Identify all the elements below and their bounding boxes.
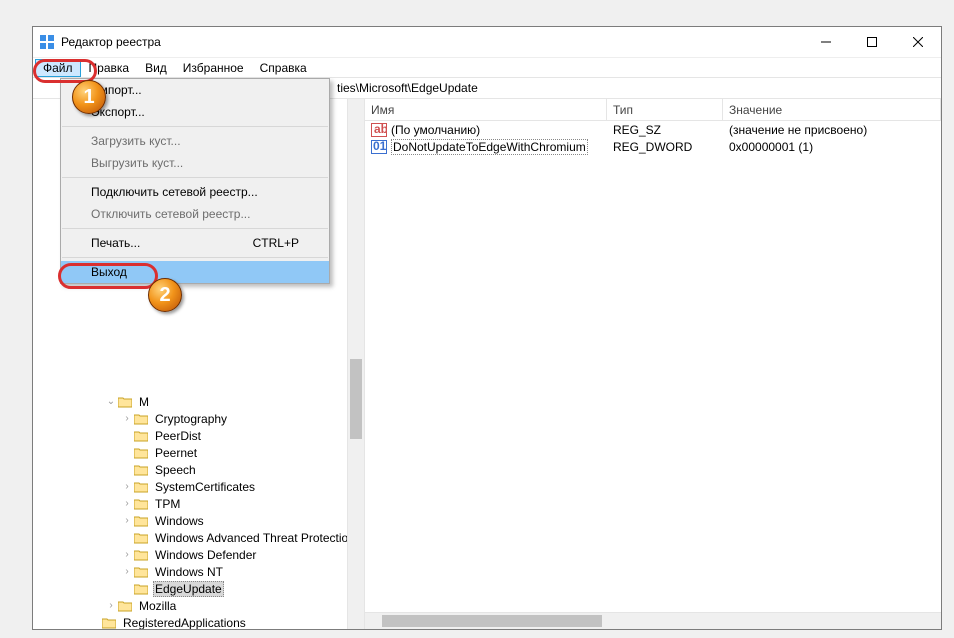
tree-node[interactable]: Speech — [153, 463, 198, 477]
menu-file[interactable]: Файл — [35, 59, 81, 77]
menu-shortcut: CTRL+P — [253, 236, 299, 250]
col-data[interactable]: Значение — [723, 99, 941, 120]
values-pane: Имя Тип Значение ab (По умолчанию) REG_S… — [365, 99, 941, 629]
svg-text:ab: ab — [374, 123, 387, 136]
menu-separator — [62, 126, 328, 127]
minimize-button[interactable] — [803, 27, 849, 57]
column-headers: Имя Тип Значение — [365, 99, 941, 121]
string-value-icon: ab — [371, 123, 387, 137]
expand-icon[interactable]: › — [121, 566, 133, 577]
folder-icon — [133, 446, 149, 460]
address-text: ties\Microsoft\EdgeUpdate — [337, 81, 478, 95]
values-list: ab (По умолчанию) REG_SZ (значение не пр… — [365, 121, 941, 612]
titlebar: Редактор реестра — [33, 27, 941, 57]
tree-node[interactable]: Cryptography — [153, 412, 229, 426]
menu-edit[interactable]: Правка — [81, 59, 138, 77]
menu-separator — [62, 177, 328, 178]
maximize-button[interactable] — [849, 27, 895, 57]
col-type[interactable]: Тип — [607, 99, 723, 120]
menu-help[interactable]: Справка — [252, 59, 315, 77]
tree: ⌄ M › Cryptography PeerDist Peernet Speech… — [33, 393, 364, 629]
value-type: REG_SZ — [607, 123, 723, 137]
value-type: REG_DWORD — [607, 140, 723, 154]
expand-icon[interactable]: › — [121, 481, 133, 492]
value-data: 0x00000001 (1) — [723, 140, 941, 154]
tree-scrollbar[interactable] — [347, 99, 364, 629]
tree-node[interactable]: TPM — [153, 497, 182, 511]
expand-icon[interactable]: › — [121, 413, 133, 424]
menu-separator — [62, 228, 328, 229]
folder-icon — [133, 412, 149, 426]
menu-view[interactable]: Вид — [137, 59, 175, 77]
folder-icon — [133, 514, 149, 528]
expand-icon[interactable]: › — [121, 498, 133, 509]
expand-icon[interactable]: ⌄ — [105, 396, 117, 407]
folder-icon — [101, 616, 117, 630]
menu-connect-network[interactable]: Подключить сетевой реестр... — [61, 181, 329, 203]
tree-node[interactable]: Mozilla — [137, 599, 178, 613]
scrollbar-thumb[interactable] — [382, 615, 602, 627]
folder-icon — [117, 599, 133, 613]
menu-unload-hive: Выгрузить куст... — [61, 152, 329, 174]
folder-icon — [133, 582, 149, 596]
menu-disconnect-network: Отключить сетевой реестр... — [61, 203, 329, 225]
menu-print[interactable]: Печать...CTRL+P — [61, 232, 329, 254]
value-row[interactable]: 011 DoNotUpdateToEdgeWithChromium REG_DW… — [365, 138, 941, 155]
menu-separator — [62, 257, 328, 258]
app-icon — [39, 34, 55, 50]
folder-icon — [133, 565, 149, 579]
folder-icon — [133, 548, 149, 562]
tree-node[interactable]: SystemCertificates — [153, 480, 257, 494]
tree-node[interactable]: Peernet — [153, 446, 199, 460]
menu-exit[interactable]: Выход — [61, 261, 329, 283]
horizontal-scrollbar[interactable] — [365, 612, 941, 629]
tree-node-selected[interactable]: EdgeUpdate — [153, 581, 224, 597]
folder-icon — [133, 497, 149, 511]
folder-icon — [133, 531, 149, 545]
tree-node[interactable]: PeerDist — [153, 429, 203, 443]
tree-node[interactable]: Windows Defender — [153, 548, 258, 562]
folder-icon — [117, 395, 133, 409]
menu-favorites[interactable]: Избранное — [175, 59, 252, 77]
folder-icon — [133, 480, 149, 494]
svg-text:011: 011 — [373, 140, 387, 153]
close-button[interactable] — [895, 27, 941, 57]
expand-icon[interactable]: › — [121, 549, 133, 560]
folder-icon — [133, 429, 149, 443]
expand-icon[interactable]: › — [121, 515, 133, 526]
tree-node[interactable]: Windows Advanced Threat Protection — [153, 531, 357, 545]
tree-node[interactable]: Windows NT — [153, 565, 225, 579]
annotation-marker-1: 1 — [72, 80, 106, 114]
folder-icon — [133, 463, 149, 477]
tree-node[interactable]: RegisteredApplications — [121, 616, 248, 630]
value-name-selected: DoNotUpdateToEdgeWithChromium — [391, 139, 588, 155]
menubar: Файл Правка Вид Избранное Справка — [33, 57, 941, 77]
expand-icon[interactable]: › — [105, 600, 117, 611]
value-row[interactable]: ab (По умолчанию) REG_SZ (значение не пр… — [365, 121, 941, 138]
tree-node[interactable]: Windows — [153, 514, 206, 528]
annotation-marker-2: 2 — [148, 278, 182, 312]
col-name[interactable]: Имя — [365, 99, 607, 120]
window-title: Редактор реестра — [61, 35, 803, 49]
menu-load-hive: Загрузить куст... — [61, 130, 329, 152]
window-controls — [803, 27, 941, 57]
value-data: (значение не присвоено) — [723, 123, 941, 137]
value-name: (По умолчанию) — [391, 123, 480, 137]
tree-node[interactable]: M — [137, 395, 151, 409]
scrollbar-thumb[interactable] — [350, 359, 362, 439]
binary-value-icon: 011 — [371, 140, 387, 154]
